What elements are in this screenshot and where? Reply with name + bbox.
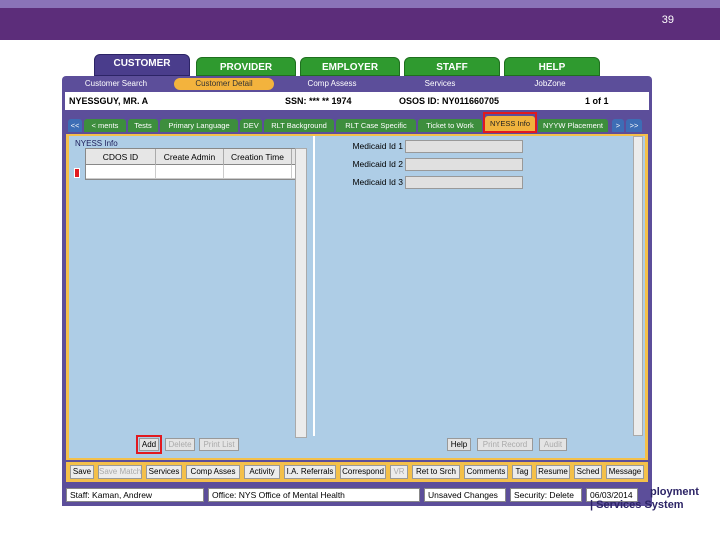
menu-customer-search[interactable]: Customer Search [68,78,164,90]
audit-button[interactable]: Audit [539,438,567,451]
status-unsaved-changes: Unsaved Changes [424,488,506,502]
nyess-info-panel: NYESS Info CDOS ID Create Admin Creation… [69,136,645,458]
tab-rlt-background[interactable]: RLT Background [264,119,334,132]
comments-button[interactable]: Comments [464,465,508,479]
tab-primary-language[interactable]: Primary Language [160,119,238,132]
sched-button[interactable]: Sched [574,465,602,479]
medicaid-id-3-field[interactable] [405,176,523,189]
last-tab-arrow[interactable]: >> [626,119,642,132]
ia-referrals-button[interactable]: I.A. Referrals [284,465,336,479]
tab-employer[interactable]: EMPLOYER [300,57,400,76]
resume-button[interactable]: Resume [536,465,570,479]
tag-button[interactable]: Tag [512,465,532,479]
menu-comp-assess[interactable]: Comp Assess [284,78,380,90]
medicaid-id-1-label: Medicaid Id 1 [352,141,403,151]
menu-customer-detail[interactable]: Customer Detail [174,78,274,90]
medicaid-scrollbar[interactable] [633,136,643,436]
detail-sub-tab-bar: << < ments Tests Primary Language DEV RL… [62,110,652,134]
tab-help[interactable]: HELP [504,57,600,76]
tab-staff[interactable]: STAFF [404,57,500,76]
slide-number: 39 [661,14,674,26]
customer-info-bar: NYESSGUY, MR. A SSN: *** ** 1974 OSOS ID… [62,92,652,110]
header-stripe [0,0,720,8]
customer-menu-bar: Customer Search Customer Detail Comp Ass… [62,76,652,92]
tab-assessments[interactable]: < ments [84,119,126,132]
print-record-button[interactable]: Print Record [477,438,533,451]
main-tab-bar: CUSTOMER PROVIDER EMPLOYER STAFF HELP [94,54,634,76]
first-tab-arrow[interactable]: << [68,119,82,132]
osos-application-window: CUSTOMER PROVIDER EMPLOYER STAFF HELP Cu… [62,54,652,506]
grid-scrollbar[interactable] [295,148,307,438]
comp-asses-button[interactable]: Comp Asses [186,465,240,479]
nyess-info-highlight [483,112,537,133]
menu-services[interactable]: Services [392,78,488,90]
tab-customer[interactable]: CUSTOMER [94,54,190,76]
delete-button[interactable]: Delete [165,438,195,451]
medicaid-id-2-field[interactable] [405,158,523,171]
cdos-grid: CDOS ID Create Admin Creation Time ~ [85,148,307,180]
employment-services-logo: ployment | Services System [560,486,700,516]
add-button-highlight [136,435,162,454]
save-button[interactable]: Save [70,465,94,479]
col-creation-time[interactable]: Creation Time [224,149,292,165]
menu-jobzone[interactable]: JobZone [502,78,598,90]
tab-ticket-to-work[interactable]: Ticket to Work [418,119,482,132]
vr-button[interactable]: VR [390,465,408,479]
status-staff: Staff: Kaman, Andrew [66,488,204,502]
osos-id: OSOS ID: NY011660705 [399,96,500,106]
nyess-info-label: NYESS Info [75,139,118,148]
save-match-button[interactable]: Save Match [98,465,142,479]
print-list-button[interactable]: Print List [199,438,239,451]
panel-area: NYESS Info CDOS ID Create Admin Creation… [66,134,648,460]
cell-creation-time[interactable] [224,165,292,179]
action-bar: Save Save Match Services Comp Asses Acti… [62,462,652,484]
tab-rlt-case-specific[interactable]: RLT Case Specific [336,119,416,132]
content-frame: NYESS Info CDOS ID Create Admin Creation… [62,134,652,462]
record-pager: 1 of 1 [585,96,609,106]
col-create-admin[interactable]: Create Admin [156,149,224,165]
customer-name: NYESSGUY, MR. A [69,96,149,106]
medicaid-id-2-label: Medicaid Id 2 [352,159,403,169]
tab-tests[interactable]: Tests [128,119,158,132]
message-button[interactable]: Message [606,465,644,479]
row-selector[interactable] [74,168,80,178]
help-button[interactable]: Help [447,438,471,451]
customer-ssn: SSN: *** ** 1974 [285,96,352,106]
medicaid-id-3-label: Medicaid Id 3 [352,177,403,187]
col-cdos-id[interactable]: CDOS ID [86,149,156,165]
cell-create-admin[interactable] [156,165,224,179]
next-tab-arrow[interactable]: > [612,119,624,132]
logo-line-2: | Services System [590,499,684,511]
table-row[interactable] [86,165,306,179]
logo-line-1: ployment [650,486,699,498]
return-to-search-button[interactable]: Ret to Srch [412,465,460,479]
correspond-button[interactable]: Correspond [340,465,386,479]
medicaid-id-1-field[interactable] [405,140,523,153]
tab-nyyw-placement[interactable]: NYYW Placement [538,119,608,132]
slide-header: 39 [0,0,720,40]
tab-provider[interactable]: PROVIDER [196,57,296,76]
services-button[interactable]: Services [146,465,182,479]
tab-dev[interactable]: DEV [240,119,262,132]
medicaid-panel: Medicaid Id 1 Medicaid Id 2 Medicaid Id … [313,136,645,436]
activity-button[interactable]: Activity [244,465,280,479]
status-office: Office: NYS Office of Mental Health [208,488,420,502]
cell-cdos-id[interactable] [86,165,156,179]
action-bar-inner: Save Save Match Services Comp Asses Acti… [66,462,648,482]
grid-header: CDOS ID Create Admin Creation Time ~ [86,149,306,165]
